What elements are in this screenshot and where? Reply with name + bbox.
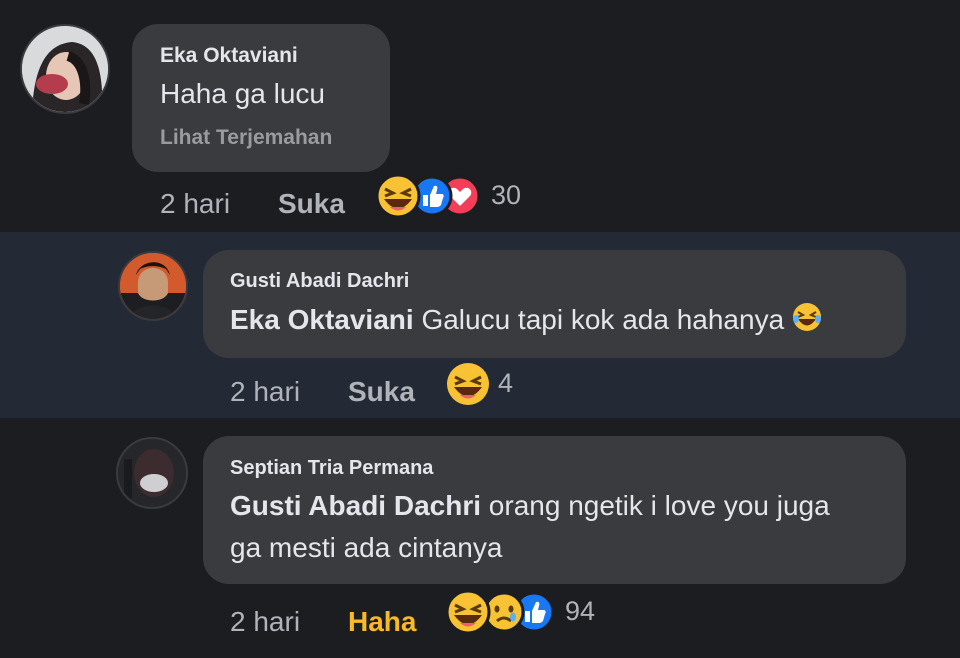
- comment-text: Gusti Abadi Dachri orang ngetik i love y…: [230, 486, 830, 526]
- comment-body-line-1: orang ngetik i love you juga: [488, 490, 830, 521]
- reaction-summary[interactable]: [374, 173, 484, 219]
- avatar-photo: [120, 253, 186, 319]
- mention-tag[interactable]: Eka Oktaviani: [230, 304, 414, 335]
- reaction-summary[interactable]: [444, 589, 556, 635]
- laughing-tears-emoji: [792, 303, 821, 331]
- see-translation-link[interactable]: Lihat Terjemahan: [160, 126, 332, 150]
- comment-bubble[interactable]: Eka Oktaviani Haha ga lucu Lihat Terjema…: [132, 24, 390, 172]
- reaction-count[interactable]: 4: [498, 368, 513, 399]
- reaction-count[interactable]: 30: [491, 180, 521, 211]
- reaction-summary[interactable]: [444, 362, 492, 406]
- comment-author[interactable]: Eka Oktaviani: [160, 44, 298, 68]
- comment-body-line-2: ga mesti ada cintanya: [230, 532, 503, 563]
- avatar-photo: [22, 26, 108, 112]
- haha-icon: [447, 363, 489, 405]
- comment-bubble[interactable]: Septian Tria Permana Gusti Abadi Dachri …: [203, 436, 906, 584]
- comment-time[interactable]: 2 hari: [230, 376, 300, 408]
- haha-icon: [375, 173, 421, 219]
- like-button[interactable]: Suka: [348, 376, 415, 408]
- comment-text: Eka Oktaviani Galucu tapi kok ada hahany…: [230, 300, 822, 340]
- mention-tag[interactable]: Gusti Abadi Dachri: [230, 490, 481, 521]
- avatar-photo: [118, 439, 186, 507]
- sad-icon: [483, 591, 525, 633]
- comment-time[interactable]: 2 hari: [230, 606, 300, 638]
- haha-icon: [445, 589, 491, 635]
- comment-text: Haha ga lucu: [160, 78, 326, 109]
- reaction-count[interactable]: 94: [565, 596, 595, 627]
- avatar[interactable]: [118, 251, 188, 321]
- comment-time[interactable]: 2 hari: [160, 188, 230, 220]
- haha-button[interactable]: Haha: [348, 606, 416, 638]
- like-button[interactable]: Suka: [278, 188, 345, 220]
- comment-bubble[interactable]: Gusti Abadi Dachri Eka Oktaviani Galucu …: [203, 250, 906, 358]
- comment-author[interactable]: Gusti Abadi Dachri: [230, 270, 409, 293]
- comment-author[interactable]: Septian Tria Permana: [230, 457, 433, 480]
- avatar[interactable]: [20, 24, 110, 114]
- avatar[interactable]: [116, 437, 188, 509]
- comment-body: Galucu tapi kok ada hahanya: [421, 304, 785, 335]
